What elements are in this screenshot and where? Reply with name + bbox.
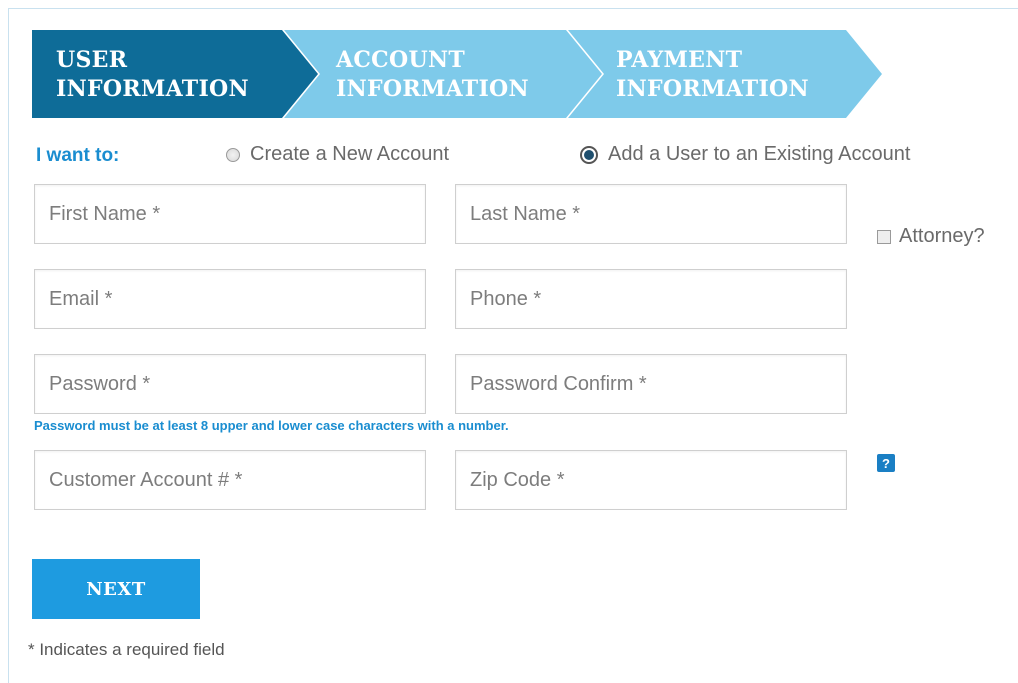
radio-add-user-existing-account[interactable]: Add a User to an Existing Account xyxy=(580,143,910,166)
first-name-field[interactable] xyxy=(34,184,426,244)
radio-create-new-account[interactable]: Create a New Account xyxy=(226,143,449,166)
step-title-line1: PAYMENT xyxy=(616,47,743,73)
password-hint: Password must be at least 8 upper and lo… xyxy=(34,418,509,433)
step-payment-information: PAYMENT INFORMATION xyxy=(568,30,882,118)
radio-label: Add a User to an Existing Account xyxy=(608,143,911,165)
password-confirm-field[interactable] xyxy=(455,354,847,414)
radio-unchecked-icon[interactable] xyxy=(226,147,240,162)
next-button[interactable]: NEXT xyxy=(32,559,200,619)
help-icon[interactable]: ? xyxy=(877,454,895,472)
progress-stepper: PAYMENT INFORMATION ACCOUNT INFORMATION … xyxy=(32,30,882,118)
last-name-field[interactable] xyxy=(455,184,847,244)
radio-label: Create a New Account xyxy=(250,143,449,165)
phone-field[interactable] xyxy=(455,269,847,329)
step-title-line2: INFORMATION xyxy=(336,76,529,102)
radio-checked-icon[interactable] xyxy=(580,145,598,164)
step-title-line1: ACCOUNT xyxy=(336,47,466,73)
step-user-information: USER INFORMATION xyxy=(32,30,318,118)
password-input[interactable] xyxy=(35,355,425,413)
customer-account-field[interactable] xyxy=(34,450,426,510)
zip-code-input[interactable] xyxy=(456,451,846,509)
email-input[interactable] xyxy=(35,270,425,328)
phone-input[interactable] xyxy=(456,270,846,328)
first-name-input[interactable] xyxy=(35,185,425,243)
intent-label: I want to: xyxy=(36,145,120,166)
step-title-line2: INFORMATION xyxy=(616,76,809,102)
step-title-line1: USER xyxy=(56,47,128,73)
last-name-input[interactable] xyxy=(456,185,846,243)
customer-account-input[interactable] xyxy=(35,451,425,509)
email-field[interactable] xyxy=(34,269,426,329)
required-field-footnote: * Indicates a required field xyxy=(28,640,225,659)
zip-code-field[interactable] xyxy=(455,450,847,510)
step-title-line2: INFORMATION xyxy=(56,76,249,102)
step-account-information: ACCOUNT INFORMATION xyxy=(284,30,602,118)
attorney-checkbox[interactable] xyxy=(877,229,891,244)
attorney-checkbox-group[interactable]: Attorney? xyxy=(877,225,985,248)
password-field[interactable] xyxy=(34,354,426,414)
password-confirm-input[interactable] xyxy=(456,355,846,413)
attorney-label: Attorney? xyxy=(899,225,985,247)
